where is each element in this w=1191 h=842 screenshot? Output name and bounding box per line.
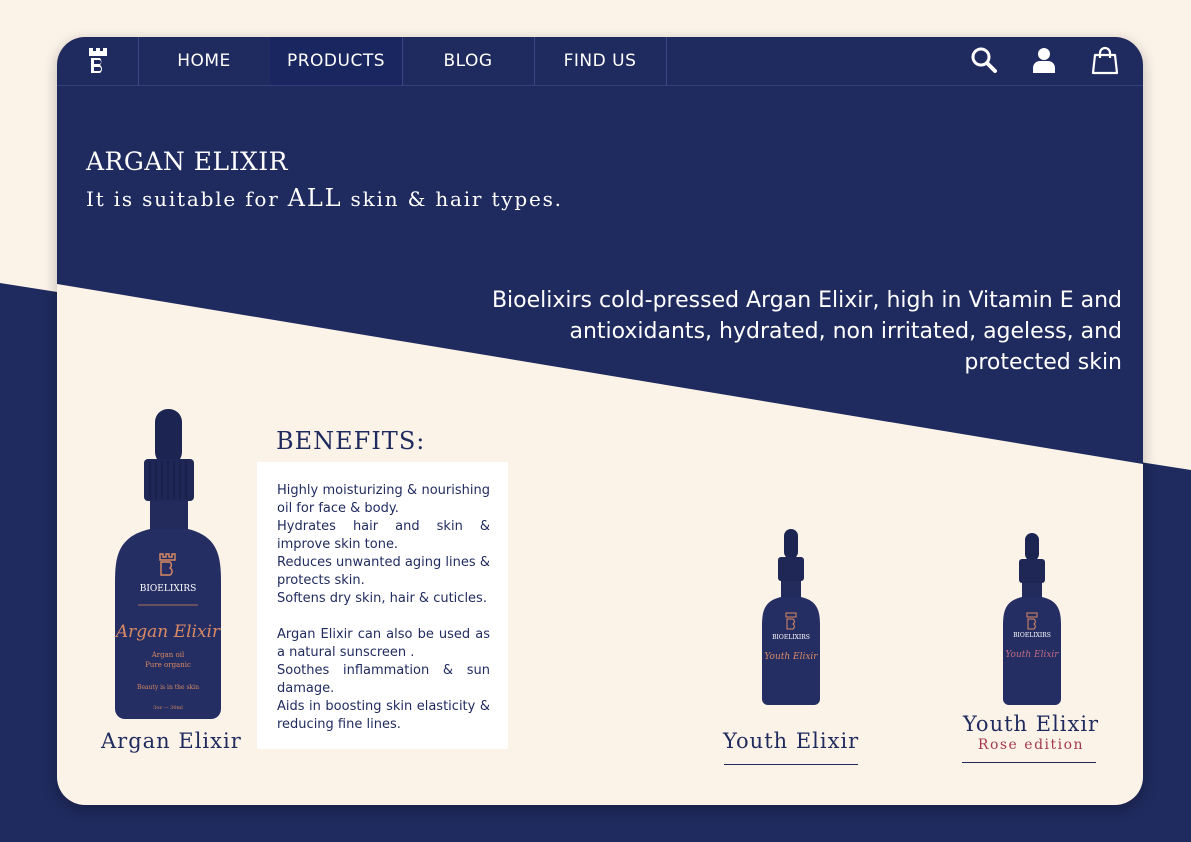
bottle-tagline-text: Beauty is in the skin xyxy=(137,684,199,691)
nav-blog[interactable]: BLOG xyxy=(402,37,535,85)
user-icon[interactable] xyxy=(1029,45,1059,75)
bottle-volume-text: 3oz — 30ml xyxy=(153,705,183,711)
rose-edition-label: Rose edition xyxy=(977,737,1085,753)
bottle-script-text: Youth Elixir xyxy=(764,652,818,662)
benefits-title: BENEFITS: xyxy=(276,427,426,455)
hero-description: Bioelixirs cold-pressed Argan Elixir, hi… xyxy=(491,288,1122,375)
benefit-item: Aids in boosting skin elasticity & reduc… xyxy=(277,699,490,732)
main-card: HOME PRODUCTS BLOG FIND US ARGAN ELIXIR … xyxy=(57,37,1143,805)
nav-home[interactable]: HOME xyxy=(138,37,271,85)
hero-title: ARGAN ELIXIR xyxy=(86,147,288,176)
bottle-script-text: Argan Elixir xyxy=(114,622,221,642)
top-navigation: HOME PRODUCTS BLOG FIND US xyxy=(57,37,1143,86)
youth-elixir-rose-underline xyxy=(962,762,1096,763)
youth-elixir-underline xyxy=(724,764,858,765)
nav-products[interactable]: PRODUCTS xyxy=(270,37,403,85)
bottle-brand-text: BIOELIXIRS xyxy=(772,634,810,641)
benefit-item: Highly moisturizing & nourishing oil for… xyxy=(277,483,490,516)
youth-elixir-rose-name[interactable]: Youth Elixir xyxy=(962,712,1100,736)
brand-logo[interactable] xyxy=(57,37,139,85)
bottle-brand-text: BIOELIXIRS xyxy=(1013,632,1051,639)
hero-subtitle: It is suitable for ALL skin & hair types… xyxy=(86,184,563,212)
youth-elixir-name[interactable]: Youth Elixir xyxy=(723,729,859,753)
youth-elixir-rose-bottle-image[interactable]: BIOELIXIRS Youth Elixir xyxy=(1001,533,1063,707)
bottle-line1-text: Argan oil xyxy=(151,651,185,659)
benefit-item: Softens dry skin, hair & cuticles. xyxy=(277,591,487,606)
youth-elixir-bottle-image[interactable]: BIOELIXIRS Youth Elixir xyxy=(760,529,822,707)
benefit-item: Argan Elixir can also be used as a natur… xyxy=(277,627,490,660)
benefit-item: Hydrates hair and skin & improve skin to… xyxy=(277,519,490,552)
benefits-panel: Highly moisturizing & nourishing oil for… xyxy=(257,462,508,749)
argan-elixir-name[interactable]: Argan Elixir xyxy=(101,729,241,753)
nav-find-us[interactable]: FIND US xyxy=(534,37,667,85)
benefit-item: Reduces unwanted aging lines & protects … xyxy=(277,555,490,588)
bottle-script-text: Youth Elixir xyxy=(1005,650,1059,660)
shopping-bag-icon[interactable] xyxy=(1090,45,1120,75)
argan-elixir-bottle-image[interactable]: BIOELIXIRS Argan Elixir Argan oil Pure o… xyxy=(112,409,224,721)
search-icon[interactable] xyxy=(969,45,999,75)
bottle-brand-text: BIOELIXIRS xyxy=(140,584,197,594)
bioelixirs-crest-icon xyxy=(88,48,107,73)
bottle-line2-text: Pure organic xyxy=(145,661,191,669)
benefit-item: Soothes inflammation & sun damage. xyxy=(277,663,490,696)
